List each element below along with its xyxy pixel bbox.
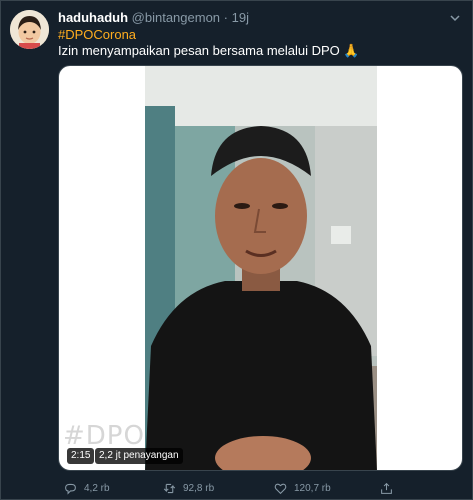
video-player[interactable] bbox=[58, 65, 463, 471]
reply-icon bbox=[65, 483, 76, 495]
like-icon bbox=[274, 483, 287, 494]
display-name[interactable]: haduhaduh bbox=[58, 10, 128, 25]
hashtag-link[interactable]: #DPOCorona bbox=[58, 27, 136, 43]
retweet-count: 92,8 rb bbox=[183, 482, 215, 494]
like-button[interactable]: 120,7 rb bbox=[274, 479, 331, 497]
chevron-down-icon[interactable] bbox=[448, 11, 462, 25]
tweet-text: Izin menyampaikan pesan bersama melalui … bbox=[58, 43, 360, 58]
video-watermark: #DPO bbox=[63, 421, 145, 451]
tweet-header: haduhaduh @bintangemon · 19j bbox=[58, 10, 249, 26]
reply-count: 4,2 rb bbox=[84, 482, 110, 494]
retweet-icon bbox=[163, 483, 176, 493]
like-count: 120,7 rb bbox=[294, 482, 331, 494]
tweet-card[interactable]: haduhaduh @bintangemon · 19j #DPOCorona … bbox=[0, 0, 473, 500]
tweet-actions: 4,2 rb 92,8 rb 120,7 rb bbox=[58, 479, 463, 497]
retweet-button[interactable]: 92,8 rb bbox=[163, 479, 214, 497]
video-still-image bbox=[145, 66, 377, 470]
avatar-image bbox=[10, 10, 49, 49]
avatar[interactable] bbox=[10, 10, 49, 49]
video-views-badge: 2,2 jt penayangan bbox=[95, 448, 183, 464]
video-frame bbox=[145, 66, 377, 470]
reply-button[interactable]: 4,2 rb bbox=[64, 479, 110, 497]
timestamp[interactable]: 19j bbox=[232, 10, 249, 25]
share-button[interactable] bbox=[380, 479, 400, 497]
share-icon bbox=[381, 482, 392, 494]
video-duration-badge: 2:15 bbox=[67, 448, 95, 464]
separator-dot: · bbox=[223, 10, 229, 25]
user-handle[interactable]: @bintangemon bbox=[132, 10, 220, 25]
